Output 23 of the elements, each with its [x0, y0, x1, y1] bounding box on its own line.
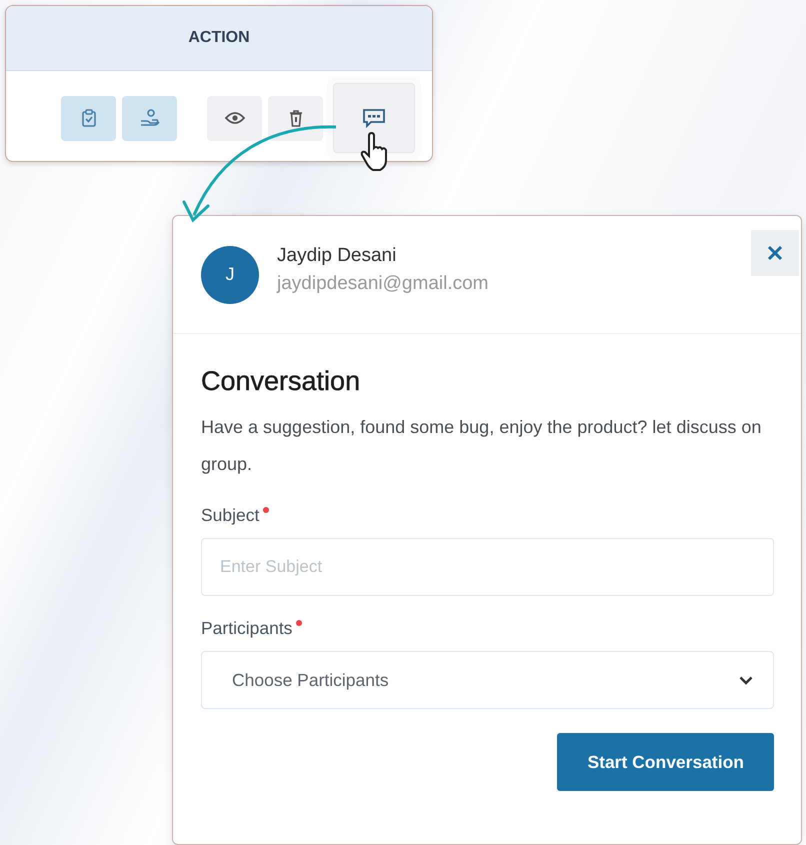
hand-button[interactable]: [122, 96, 177, 140]
user-name: Jaydip Desani: [277, 244, 398, 266]
delete-button[interactable]: [268, 96, 323, 140]
subject-input[interactable]: Enter Subject: [201, 538, 774, 596]
clipboard-check-icon: [80, 109, 96, 127]
checklist-button[interactable]: [61, 96, 116, 140]
participants-dropdown[interactable]: Choose Participants: [201, 651, 774, 709]
close-icon: [767, 245, 783, 261]
eye-icon: [224, 111, 244, 125]
user-email: jaydipdesani@gmail.com: [277, 272, 488, 294]
hand-person-icon: [140, 109, 160, 127]
trash-icon: [288, 110, 302, 126]
chat-bubble-icon: [362, 108, 386, 128]
view-button[interactable]: [207, 96, 262, 140]
column-header: ACTION: [6, 6, 432, 71]
dialog-title: Conversation: [201, 366, 362, 397]
close-button[interactable]: [751, 230, 799, 276]
chevron-down-icon: [739, 676, 753, 684]
field-label: Subject: [201, 505, 260, 525]
avatar: J: [201, 246, 259, 304]
start-conversation-button[interactable]: Start Conversation: [557, 733, 774, 791]
dialog-description: Have a suggestion, found some bug, enjoy the product? let discuss on group.: [201, 416, 762, 476]
field-label: Participants: [201, 618, 292, 638]
